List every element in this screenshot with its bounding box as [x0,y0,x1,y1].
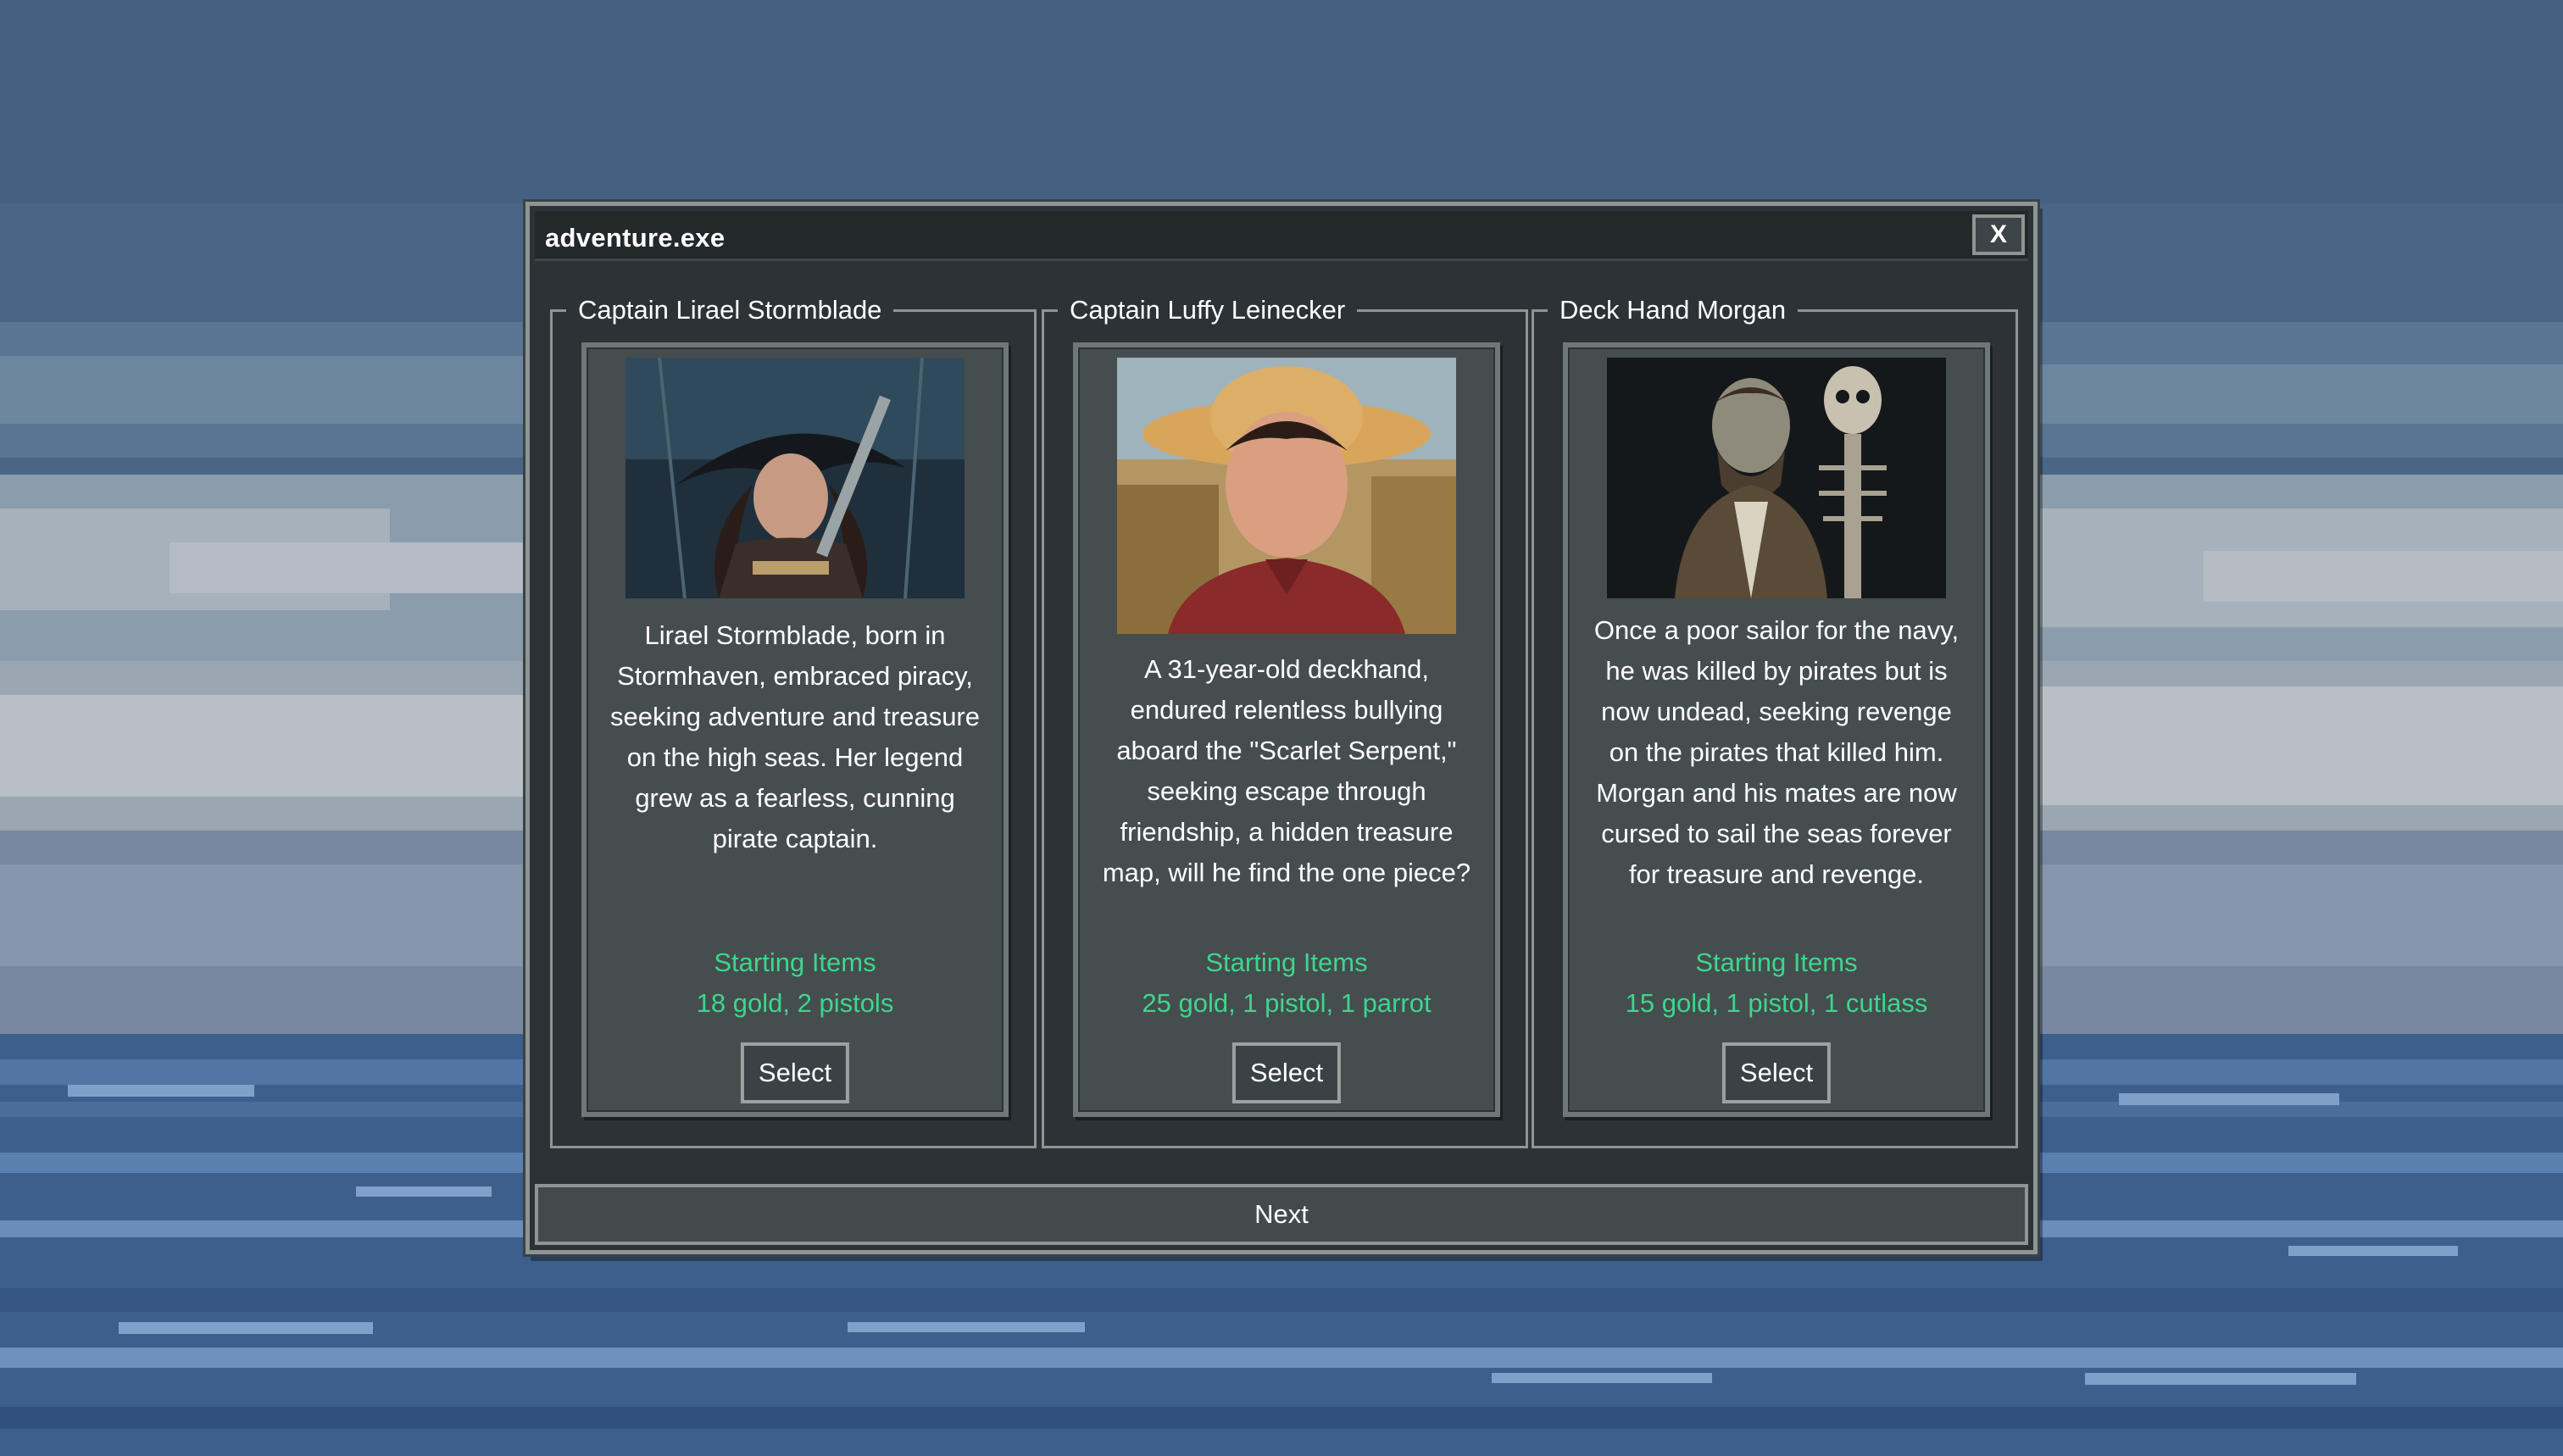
window-title: adventure.exe [545,223,726,253]
starting-items-list: 18 gold, 2 pistols [696,988,894,1018]
title-bar[interactable]: adventure.exe X [535,211,2028,261]
select-button-lirael[interactable]: Select [740,1042,850,1103]
select-button-luffy[interactable]: Select [1231,1042,1342,1103]
character-group-luffy: Captain Luffy Leinecker A 31-year-old de… [1042,290,1528,1148]
close-button[interactable]: X [1972,214,2025,255]
character-card: A 31-year-old deckhand, endured relentle… [1073,342,1500,1117]
starting-items-heading: Starting Items [714,948,876,977]
straw-hat-man-portrait [1117,358,1456,634]
character-card: Once a poor sailor for the navy, he was … [1563,342,1990,1117]
starting-items-list: 25 gold, 1 pistol, 1 parrot [1142,988,1432,1018]
character-name: Deck Hand Morgan [1548,290,1799,331]
character-card: Lirael Stormblade, born in Stormhaven, e… [581,342,1009,1117]
character-group-morgan: Deck Hand Morgan Once a poor sailor for … [1532,290,2018,1148]
character-description: A 31-year-old deckhand, endured relentle… [1102,654,1471,887]
character-description: Lirael Stormblade, born in Stormhaven, e… [609,620,980,853]
character-selection: Captain Lirael Stormblade Lirael Stormbl… [550,290,2021,1148]
character-description: Once a poor sailor for the navy, he was … [1593,615,1960,889]
next-button[interactable]: Next [535,1184,2028,1245]
undead-sailor-skeleton-portrait [1607,358,1946,598]
pirate-captain-woman-portrait [625,358,965,598]
character-group-lirael: Captain Lirael Stormblade Lirael Stormbl… [550,290,1037,1148]
starting-items-heading: Starting Items [1695,948,1858,977]
adventure-window: adventure.exe X Captain Lirael Stormblad… [525,202,2038,1254]
character-name: Captain Lirael Stormblade [566,290,894,331]
character-name: Captain Luffy Leinecker [1058,290,1358,331]
select-button-morgan[interactable]: Select [1721,1042,1832,1103]
starting-items-heading: Starting Items [1205,948,1368,977]
starting-items-list: 15 gold, 1 pistol, 1 cutlass [1625,988,1928,1018]
